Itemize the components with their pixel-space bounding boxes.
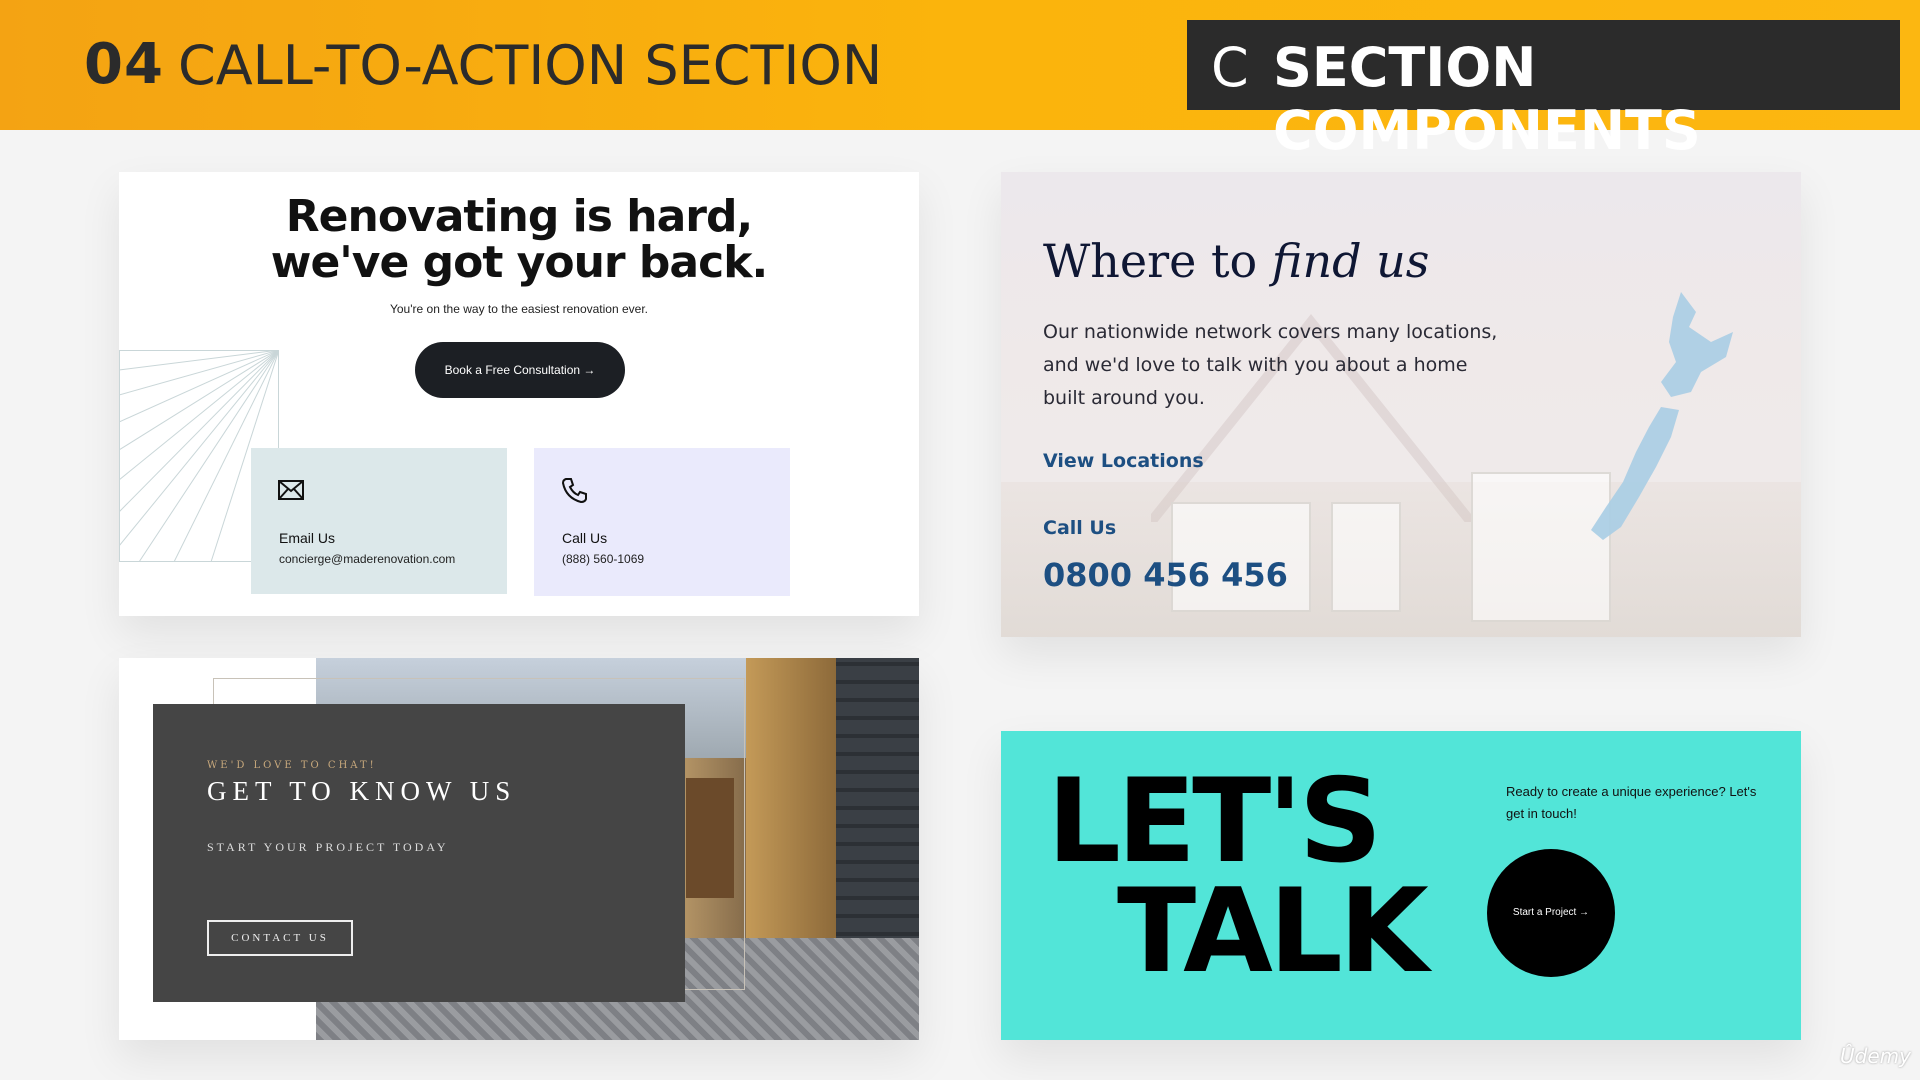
category-badge: C SECTION COMPONENTS (1187, 20, 1900, 162)
cta-example-find-us: Where to find us Our nationwide network … (1001, 172, 1801, 637)
call-us-label: Call Us (1043, 517, 1117, 539)
phone-number-link[interactable]: 0800 456 456 (1043, 556, 1288, 594)
phone-value: (888) 560-1069 (562, 552, 645, 566)
udemy-watermark: Ûdemy (1840, 1044, 1911, 1068)
card3-subheading: START YOUR PROJECT TODAY (207, 840, 449, 854)
section-number: 04 (84, 32, 164, 97)
section-title: CALL-TO-ACTION SECTION (178, 34, 883, 97)
cta-example-renovation: Renovating is hard, we've got your back.… (119, 172, 919, 616)
email-value: concierge@maderenovation.com (279, 552, 456, 566)
cta-example-get-to-know-us: WE'D LOVE TO CHAT! GET TO KNOW US START … (119, 658, 919, 1040)
lets-text: LET'S (1047, 754, 1382, 889)
book-consultation-button[interactable]: Book a Free Consultation → (415, 342, 625, 398)
card1-heading: Renovating is hard, we've got your back. (119, 194, 919, 286)
cta-example-lets-talk: LET'S TALK Ready to create a unique expe… (1001, 731, 1801, 1040)
mail-icon (278, 480, 304, 500)
heading-line-1: Renovating is hard, (285, 191, 753, 242)
card2-heading: Where to find us (1043, 234, 1429, 288)
view-locations-link[interactable]: View Locations (1043, 450, 1204, 472)
card2-paragraph: Our nationwide network covers many locat… (1043, 321, 1498, 409)
section-header-bar: 04 CALL-TO-ACTION SECTION C SECTION COMP… (0, 0, 1920, 162)
contact-us-button[interactable]: CONTACT US (207, 920, 353, 956)
heading-italic: find us (1271, 234, 1430, 288)
phone-icon (561, 478, 587, 504)
badge-label: SECTION COMPONENTS (1273, 36, 1701, 162)
phone-label: Call Us (562, 530, 608, 546)
heading-plain: Where to (1043, 234, 1272, 288)
card1-subtitle: You're on the way to the easiest renovat… (389, 302, 649, 316)
start-project-button[interactable]: Start a Project → (1487, 849, 1615, 977)
card4-question: Ready to create a unique experience? Let… (1506, 784, 1757, 821)
heading-line-2: we've got your back. (270, 237, 768, 288)
badge-letter: C (1211, 36, 1249, 99)
email-contact-box[interactable]: Email Us concierge@maderenovation.com (251, 448, 507, 594)
window-shape (1331, 502, 1401, 612)
email-label: Email Us (279, 530, 336, 546)
cta-panel: WE'D LOVE TO CHAT! GET TO KNOW US START … (153, 704, 685, 1002)
photo-wood-post (746, 658, 836, 958)
phone-contact-box[interactable]: Call Us (888) 560-1069 (534, 448, 790, 596)
talk-text: TALK (1117, 864, 1429, 999)
kicker-text: WE'D LOVE TO CHAT! (207, 760, 377, 771)
new-zealand-map-icon (1591, 292, 1733, 540)
card3-heading: GET TO KNOW US (207, 776, 517, 806)
